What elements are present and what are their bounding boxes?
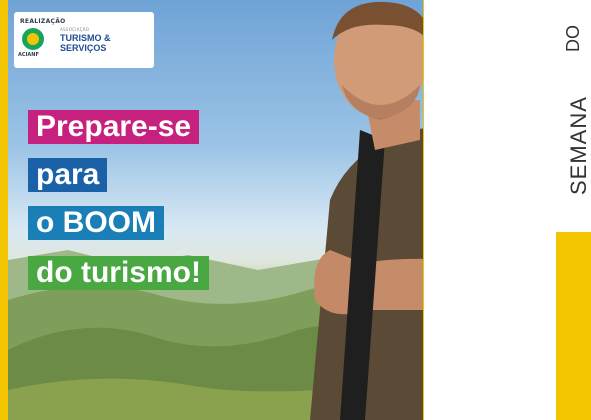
- logo-org-name: ACIANF: [18, 52, 39, 58]
- logo-realizacao-label: REALIZAÇÃO: [20, 18, 66, 25]
- logo-title-line-1: TURISMO &: [60, 33, 111, 43]
- headline-line-2: para: [28, 158, 108, 192]
- logo-title: TURISMO & SERVIÇOS: [60, 33, 111, 53]
- hiker-photo: [310, 1, 423, 420]
- headline-line-3: o BOOM: [28, 206, 164, 240]
- headline-line-1: Prepare-se: [28, 110, 200, 144]
- side-title-do: DO: [563, 25, 583, 52]
- side-title-semana: SEMANA: [566, 96, 591, 195]
- logo-tagline: ASSOCIAÇÃO: [60, 27, 90, 32]
- headline-line-4: do turismo!: [28, 256, 209, 290]
- side-yellow-block: [556, 232, 591, 420]
- logo-title-line-2: SERVIÇOS: [60, 43, 107, 53]
- acianf-logo-icon: [22, 28, 44, 50]
